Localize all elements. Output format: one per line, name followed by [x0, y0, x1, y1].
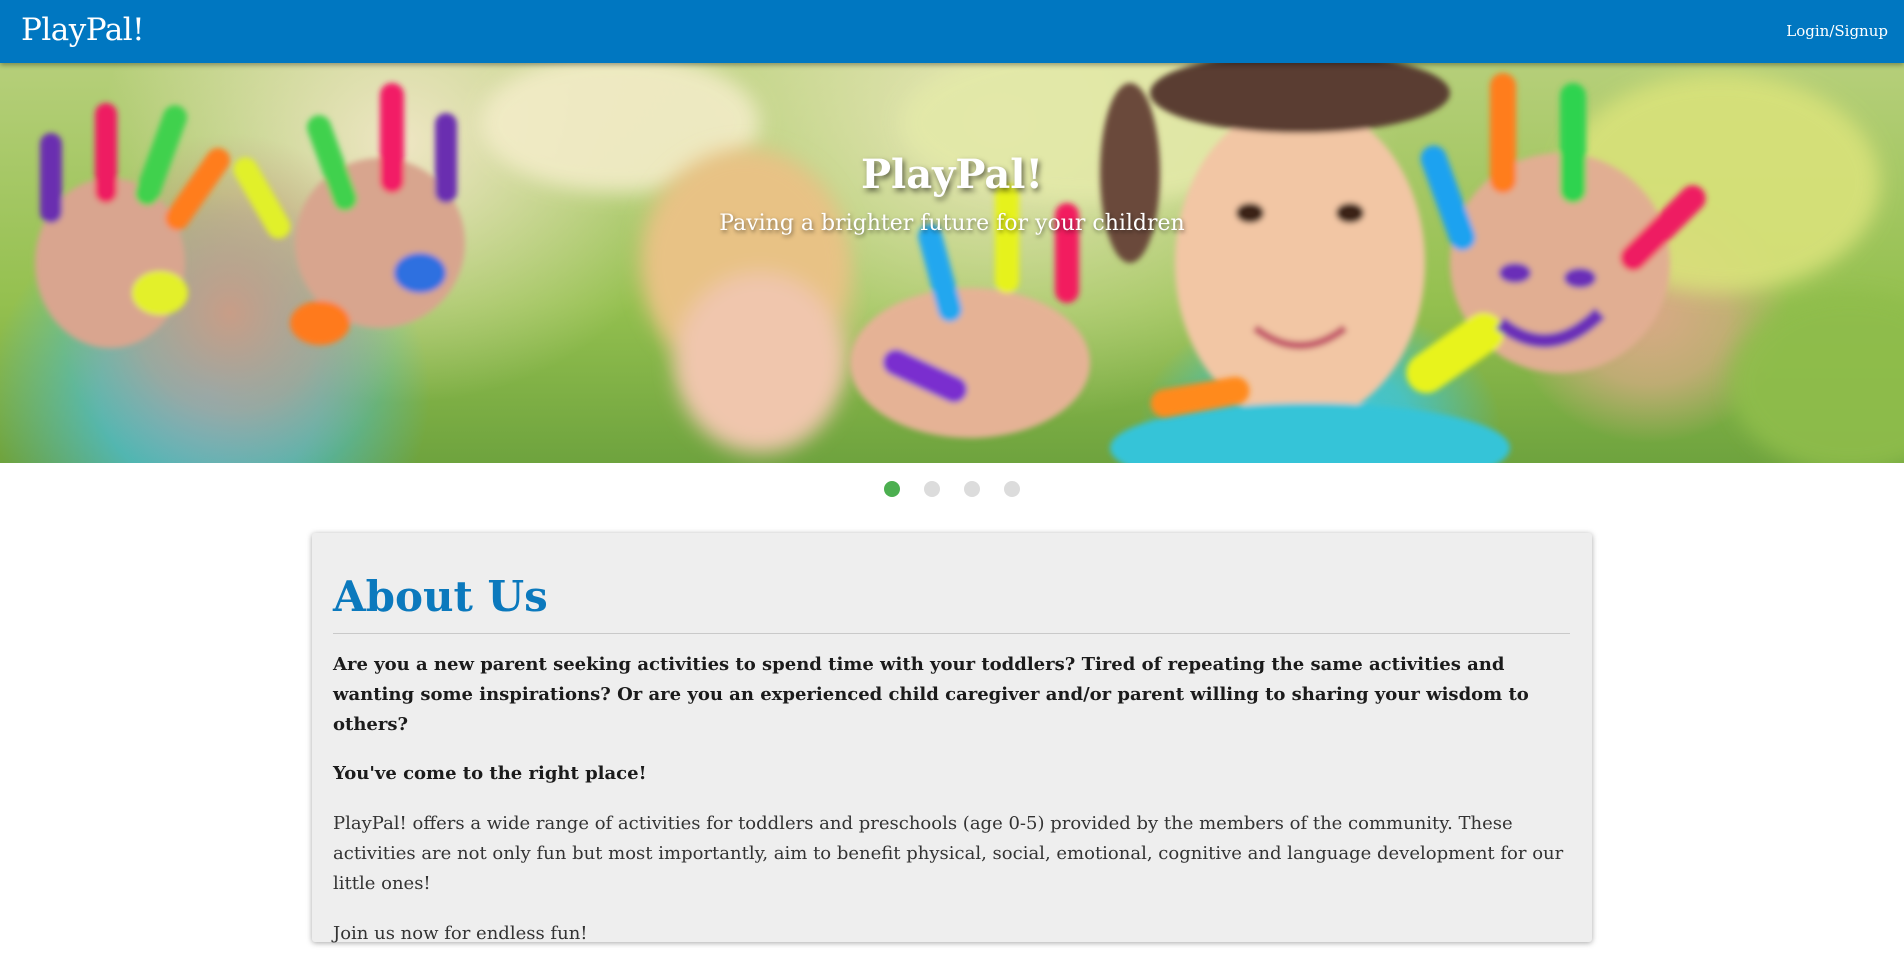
heading-divider — [333, 633, 1570, 634]
slide-dot-1[interactable] — [884, 481, 900, 497]
about-us-card: About Us Are you a new parent seeking ac… — [312, 533, 1592, 944]
slide-dot-2[interactable] — [924, 481, 940, 497]
intro-paragraph: Are you a new parent seeking activities … — [333, 654, 1529, 735]
hero-title: PlayPal! — [860, 151, 1044, 198]
brand-logo[interactable]: PlayPal! — [21, 10, 145, 50]
slider-indicators — [884, 481, 1020, 497]
login-signup-link[interactable]: Login/Signup — [1786, 20, 1888, 42]
hero-image — [35, 63, 1904, 463]
join-paragraph: Join us now for endless fun! — [333, 923, 588, 944]
slide-dot-3[interactable] — [964, 481, 980, 497]
description-paragraph: PlayPal! offers a wide range of activiti… — [333, 813, 1564, 894]
hero-slider: PlayPal! Paving a brighter future for yo… — [0, 63, 1904, 463]
top-navbar: PlayPal! Login/Signup — [0, 0, 1904, 63]
about-us-heading: About Us — [333, 572, 548, 621]
hero-subtitle: Paving a brighter future for your childr… — [719, 211, 1185, 236]
right-place-paragraph: You've come to the right place! — [333, 763, 647, 784]
slide-dot-4[interactable] — [1004, 481, 1020, 497]
